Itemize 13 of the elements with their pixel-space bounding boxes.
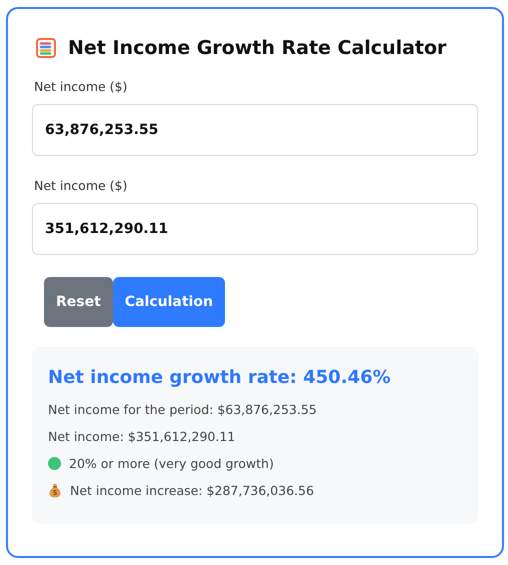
result-line: Net income for the period: $63,876,253.55: [48, 402, 318, 417]
field-label: Net income ($): [34, 79, 128, 94]
calculate-button[interactable]: Calculation: [112, 277, 225, 327]
result-heading: Net income growth rate: 450.46%: [48, 367, 392, 388]
increase-text: Net income increase: $287,736,036.56: [70, 483, 314, 498]
rating-text: 20% or more (very good growth): [69, 456, 274, 471]
input-field[interactable]: 63,876,253.55: [32, 104, 478, 156]
input-field[interactable]: 351,612,290.11: [32, 203, 478, 255]
field-label: Net income ($): [34, 178, 128, 193]
result-line: Net income: $351,612,290.11: [48, 429, 236, 444]
calculator-title: Net Income Growth Rate Calculator: [68, 37, 446, 59]
reset-button[interactable]: Reset: [44, 277, 113, 327]
money-bag-icon: [48, 483, 62, 498]
